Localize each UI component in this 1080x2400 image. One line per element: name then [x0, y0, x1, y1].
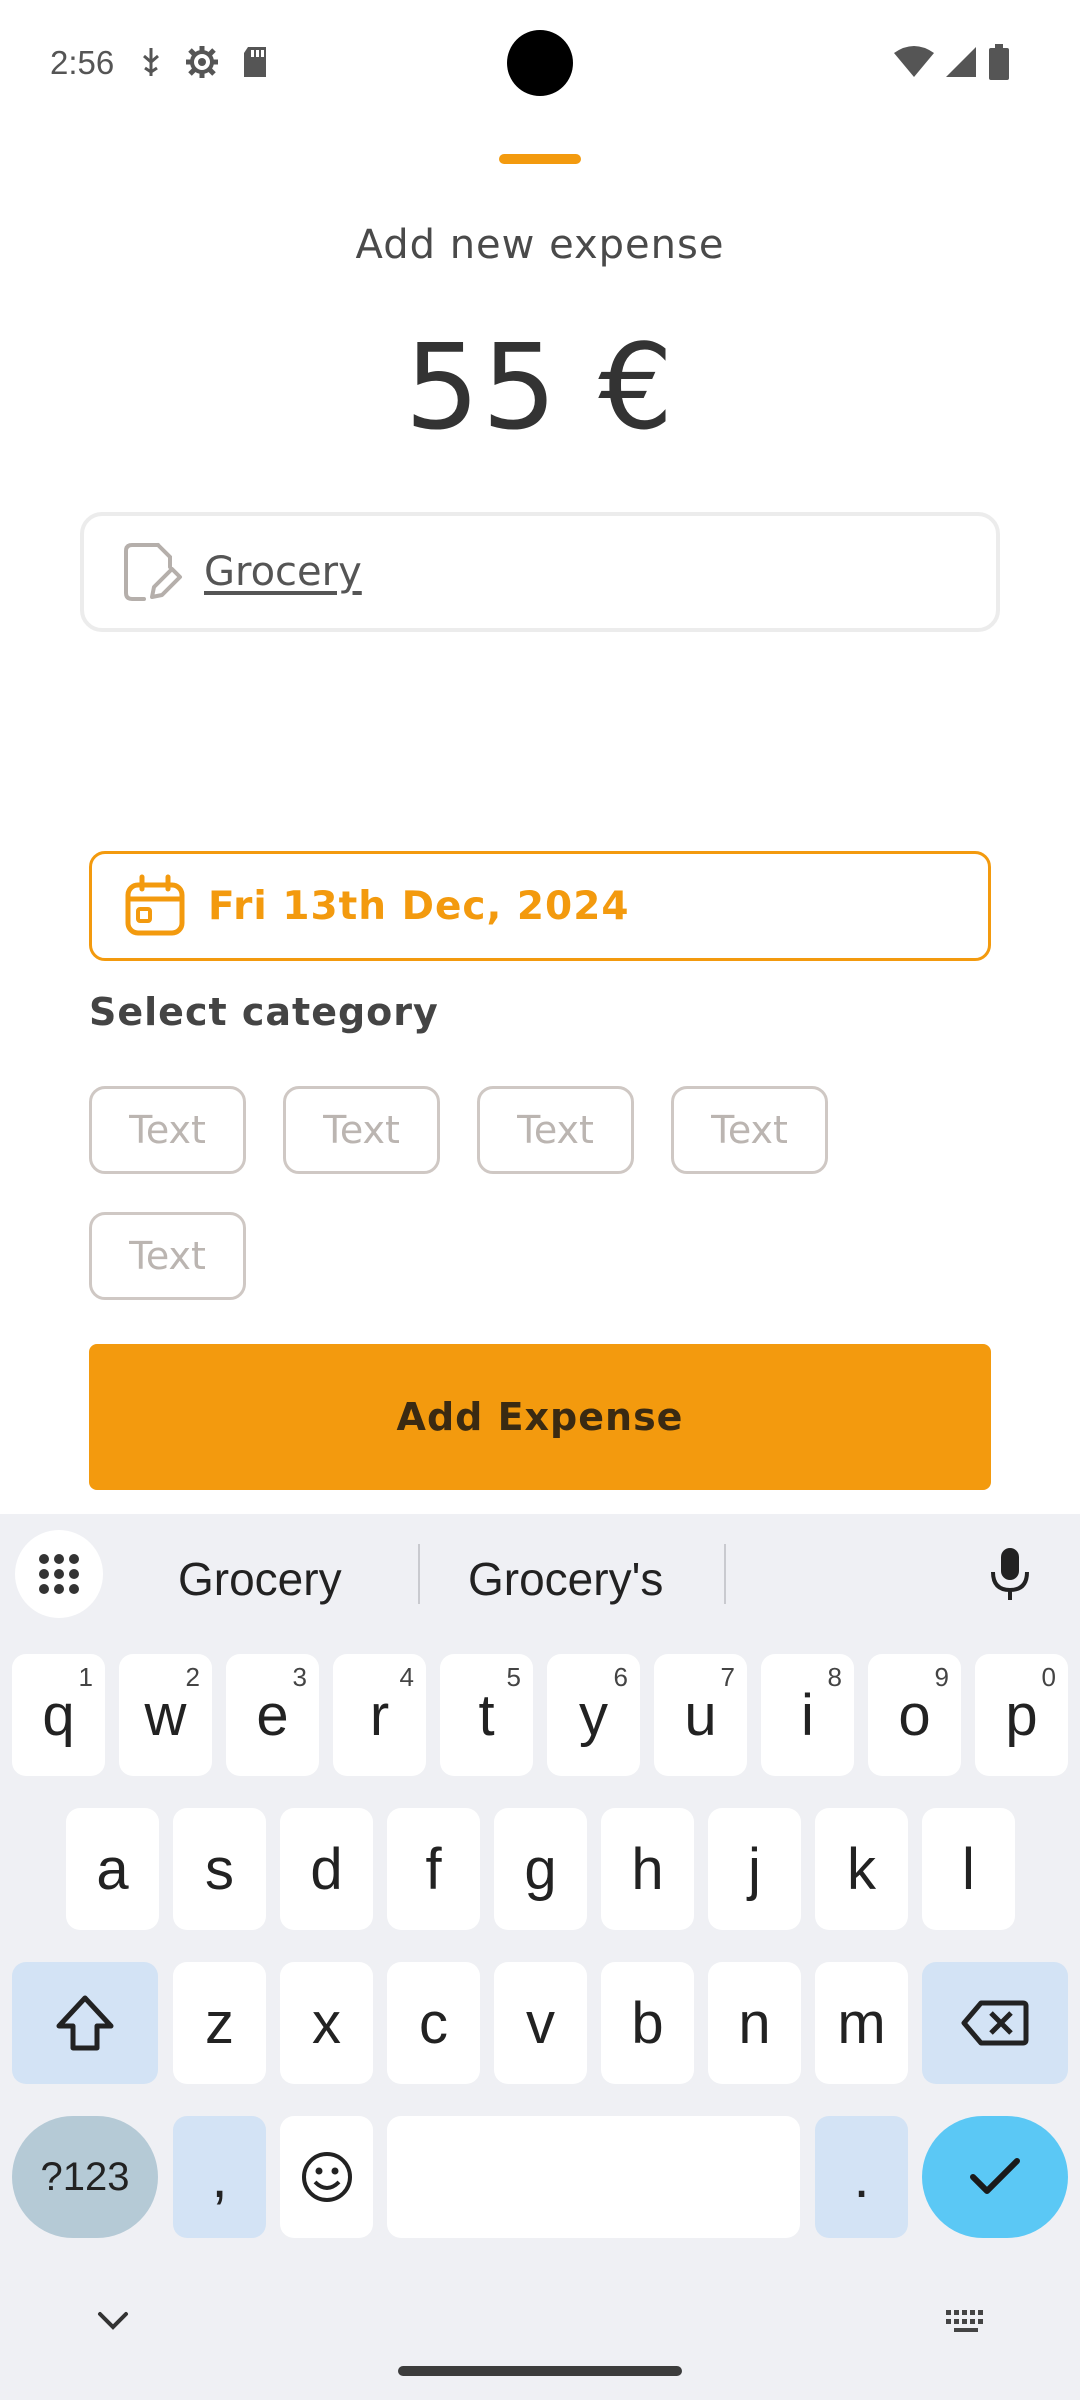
- navigation-bar: [0, 2280, 1080, 2400]
- key-label: o: [898, 1682, 931, 1748]
- key-hint: 5: [506, 1662, 521, 1692]
- key-label: p: [1005, 1682, 1038, 1748]
- key-d[interactable]: d: [280, 1808, 373, 1930]
- key-o[interactable]: o9: [868, 1654, 961, 1776]
- suggestion-bar: Grocery Grocery's: [0, 1514, 1080, 1632]
- key-r[interactable]: r4: [333, 1654, 426, 1776]
- date-picker[interactable]: Fri 13th Dec, 2024: [89, 851, 991, 961]
- key-hint: 3: [292, 1662, 307, 1692]
- key-i[interactable]: i8: [761, 1654, 854, 1776]
- key-label: t: [478, 1682, 495, 1748]
- settings-icon: [186, 46, 218, 78]
- category-section-label: Select category: [89, 990, 439, 1034]
- key-q[interactable]: q1: [12, 1654, 105, 1776]
- shift-key[interactable]: [12, 1962, 158, 2084]
- suggestion-2[interactable]: Grocery's: [468, 1552, 663, 1606]
- symbols-key[interactable]: ?123: [12, 2116, 158, 2238]
- key-hint: 4: [399, 1662, 414, 1692]
- key-n[interactable]: n: [708, 1962, 801, 2084]
- check-icon: [970, 2158, 1020, 2194]
- comma-key[interactable]: ,: [173, 2116, 266, 2238]
- grid-icon: [39, 1554, 79, 1594]
- key-u[interactable]: u7: [654, 1654, 747, 1776]
- key-b[interactable]: b: [601, 1962, 694, 2084]
- period-key[interactable]: .: [815, 2116, 908, 2238]
- voice-input-button[interactable]: [980, 1544, 1040, 1604]
- key-hint: 7: [720, 1662, 735, 1692]
- category-chip[interactable]: Text: [89, 1212, 246, 1300]
- status-bar: 2:56: [0, 0, 1080, 130]
- emoji-key[interactable]: [280, 2116, 373, 2238]
- key-y[interactable]: y6: [547, 1654, 640, 1776]
- home-gesture-bar[interactable]: [398, 2366, 682, 2376]
- soft-keyboard: Grocery Grocery's q1 w2 e3 r4 t5 y6 u7 i…: [0, 1514, 1080, 2400]
- category-chip[interactable]: Text: [477, 1086, 634, 1174]
- key-f[interactable]: f: [387, 1808, 480, 1930]
- category-chip[interactable]: Text: [89, 1086, 246, 1174]
- camera-cutout: [507, 30, 573, 96]
- key-hint: 6: [613, 1662, 628, 1692]
- key-v[interactable]: v: [494, 1962, 587, 2084]
- cell-signal-icon: [946, 47, 976, 77]
- key-hint: 8: [827, 1662, 842, 1692]
- key-s[interactable]: s: [173, 1808, 266, 1930]
- key-w[interactable]: w2: [119, 1654, 212, 1776]
- key-h[interactable]: h: [601, 1808, 694, 1930]
- key-label: r: [369, 1682, 390, 1748]
- category-chip[interactable]: Text: [283, 1086, 440, 1174]
- usb-debug-icon: [143, 48, 159, 76]
- backspace-key[interactable]: [922, 1962, 1068, 2084]
- emoji-icon: [301, 2152, 352, 2202]
- battery-icon: [989, 44, 1009, 80]
- description-input[interactable]: Grocery: [80, 512, 1000, 632]
- key-p[interactable]: p0: [975, 1654, 1068, 1776]
- key-label: y: [579, 1682, 608, 1748]
- suggestion-divider: [418, 1544, 420, 1604]
- key-hint: 1: [78, 1662, 93, 1692]
- add-expense-button[interactable]: Add Expense: [89, 1344, 991, 1490]
- key-c[interactable]: c: [387, 1962, 480, 2084]
- key-hint: 0: [1041, 1662, 1056, 1692]
- suggestion-1[interactable]: Grocery: [178, 1552, 342, 1606]
- key-hint: 9: [934, 1662, 949, 1692]
- mic-icon: [991, 1548, 1029, 1600]
- key-label: q: [42, 1682, 75, 1748]
- status-icons-right: [894, 44, 1010, 80]
- key-k[interactable]: k: [815, 1808, 908, 1930]
- key-m[interactable]: m: [815, 1962, 908, 2084]
- note-edit-icon: [124, 543, 182, 601]
- key-label: e: [256, 1682, 289, 1748]
- keyboard-icon[interactable]: [944, 2308, 990, 2336]
- sd-card-icon: [244, 47, 266, 77]
- shift-icon: [56, 1995, 114, 2051]
- date-value: Fri 13th Dec, 2024: [208, 883, 630, 929]
- key-l[interactable]: l: [922, 1808, 1015, 1930]
- category-chip[interactable]: Text: [671, 1086, 828, 1174]
- chevron-down-icon[interactable]: [96, 2310, 130, 2332]
- key-t[interactable]: t5: [440, 1654, 533, 1776]
- description-value: Grocery: [204, 549, 362, 595]
- key-label: u: [684, 1682, 717, 1748]
- key-a[interactable]: a: [66, 1808, 159, 1930]
- sheet-drag-handle[interactable]: [499, 154, 581, 164]
- key-label: i: [801, 1682, 814, 1748]
- key-hint: 2: [185, 1662, 200, 1692]
- space-key[interactable]: [387, 2116, 800, 2238]
- calendar-icon: [125, 874, 185, 936]
- suggestion-divider: [724, 1544, 726, 1604]
- wifi-icon: [894, 46, 934, 77]
- backspace-icon: [961, 2000, 1029, 2046]
- key-e[interactable]: e3: [226, 1654, 319, 1776]
- key-g[interactable]: g: [494, 1808, 587, 1930]
- status-icons-left: [138, 44, 270, 80]
- keyboard-menu-button[interactable]: [15, 1530, 103, 1618]
- enter-key[interactable]: [922, 2116, 1068, 2238]
- key-label: w: [144, 1682, 187, 1748]
- key-z[interactable]: z: [173, 1962, 266, 2084]
- sheet-title: Add new expense: [355, 222, 725, 268]
- key-x[interactable]: x: [280, 1962, 373, 2084]
- key-j[interactable]: j: [708, 1808, 801, 1930]
- amount-display: 55 €: [404, 318, 676, 456]
- status-time: 2:56: [50, 44, 115, 81]
